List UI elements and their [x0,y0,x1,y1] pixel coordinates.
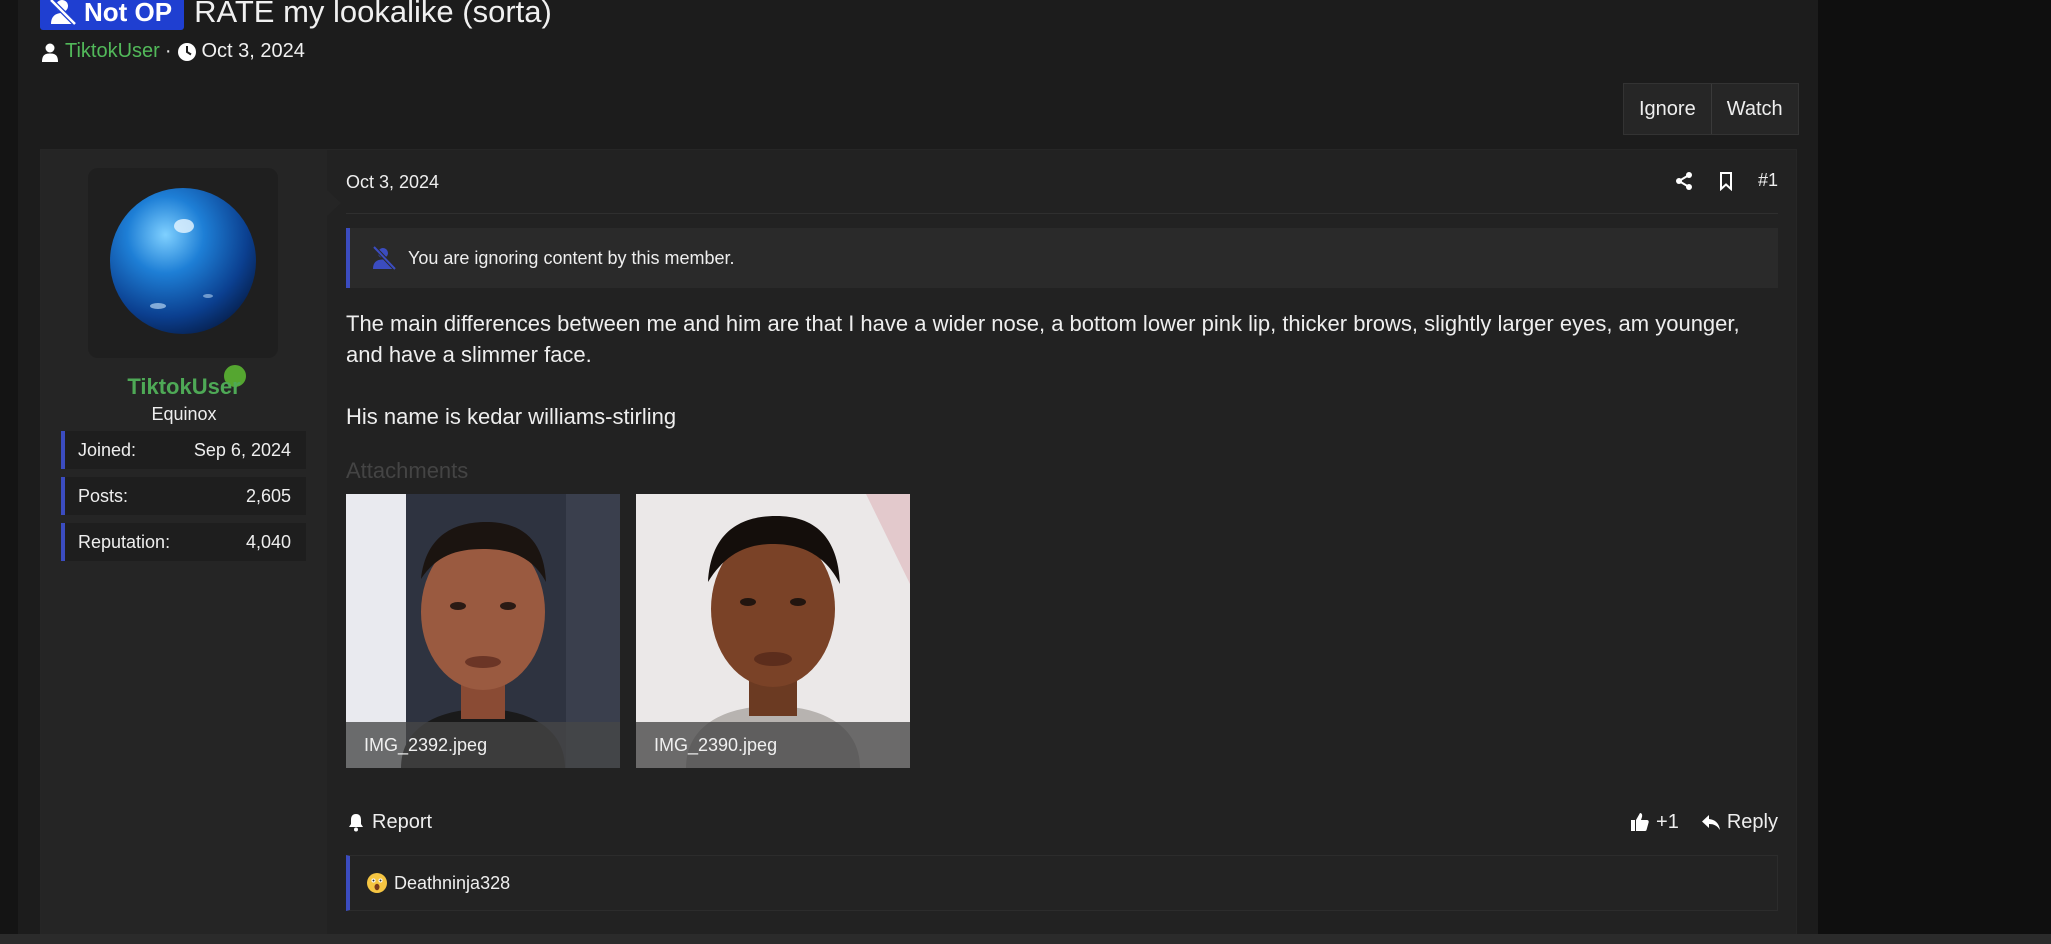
clock-icon [177,42,196,61]
surprised-emoji-icon [367,873,387,893]
avatar-globe-image [110,188,256,334]
watch-button[interactable]: Watch [1710,84,1798,134]
thread-action-buttons: Ignore Watch [1623,83,1799,135]
attachment-filename: IMG_2390.jpeg [636,722,910,768]
reaction-count: +1 [1656,810,1679,833]
user-stat-joined: Joined: Sep 6, 2024 [61,431,306,469]
bottom-scroll-strip [0,934,2051,944]
user-info-panel: TiktokUser Equinox Joined: Sep 6, 2024 P… [41,150,327,935]
reacted-by-user[interactable]: Deathninja328 [394,873,510,894]
user-stat-reputation: Reputation: 4,040 [61,523,306,561]
page: Not OP RATE my lookalike (sorta) TiktokU… [0,0,2051,944]
stat-label: Joined: [78,439,137,460]
post-body-paragraph: His name is kedar williams-stirling [346,404,677,429]
prefix-label: Not OP [84,0,173,27]
meta-separator: · [164,40,172,62]
user-slash-icon [49,0,77,26]
reply-icon [1701,815,1720,830]
post-footer: Report +1 Reply [346,804,1778,840]
post-footer-actions: +1 Reply [1630,811,1778,834]
attachment-thumbnail[interactable]: IMG_2390.jpeg [636,494,910,768]
stat-label: Posts: [78,485,129,506]
ignore-notice-text: You are ignoring content by this member. [408,247,735,268]
share-icon[interactable] [1674,171,1694,191]
post-date[interactable]: Oct 3, 2024 [346,172,439,193]
post-body: The main differences between me and him … [346,308,1776,432]
report-label: Report [372,810,433,833]
thread-meta: TiktokUser · Oct 3, 2024 [40,40,305,63]
thread-author-link[interactable]: TiktokUser [65,40,160,63]
bookmark-icon[interactable] [1716,171,1736,191]
thumbs-up-icon [1631,813,1649,831]
stat-value: 2,605 [245,485,291,506]
report-link[interactable]: Report [346,811,432,834]
stat-label: Reputation: [78,531,171,552]
post-number-link[interactable]: #1 [1758,170,1778,191]
prefix-badge[interactable]: Not OP [40,0,185,30]
stat-value: Sep 6, 2024 [193,439,291,460]
left-gutter [0,0,18,944]
thread-date[interactable]: Oct 3, 2024 [202,40,305,63]
ignore-notice: You are ignoring content by this member. [346,228,1778,288]
post-card: TiktokUser Equinox Joined: Sep 6, 2024 P… [40,149,1797,936]
reaction-button[interactable]: +1 [1630,811,1679,834]
post-body-paragraph: The main differences between me and him … [346,311,1740,367]
post-username[interactable]: TiktokUser [41,374,327,400]
thread-title-row: Not OP RATE my lookalike (sorta) [40,0,552,32]
thread-title: RATE my lookalike (sorta) [194,0,552,29]
attachment-thumbnail[interactable]: IMG_2392.jpeg [346,494,620,768]
reply-label: Reply [1726,810,1778,833]
bell-icon [349,814,363,832]
post-header-divider [346,213,1778,214]
post-content: Oct 3, 2024 #1 You are ignoring content … [346,150,1796,935]
post-header-actions: #1 [1674,170,1778,191]
avatar[interactable] [88,168,278,390]
stat-value: 4,040 [245,531,291,552]
reply-button[interactable]: Reply [1701,811,1778,834]
attachments-heading: Attachments [346,458,469,483]
attachment-filename: IMG_2392.jpeg [346,722,620,768]
user-stat-posts: Posts: 2,605 [61,477,306,515]
user-panel-arrow [327,190,341,216]
ignore-button[interactable]: Ignore [1624,84,1711,134]
right-blank-area [1818,0,2051,944]
user-title: Equinox [151,404,217,424]
user-icon [42,43,58,62]
reactions-bar[interactable]: Deathninja328 [346,855,1778,911]
muted-user-icon [372,245,397,271]
